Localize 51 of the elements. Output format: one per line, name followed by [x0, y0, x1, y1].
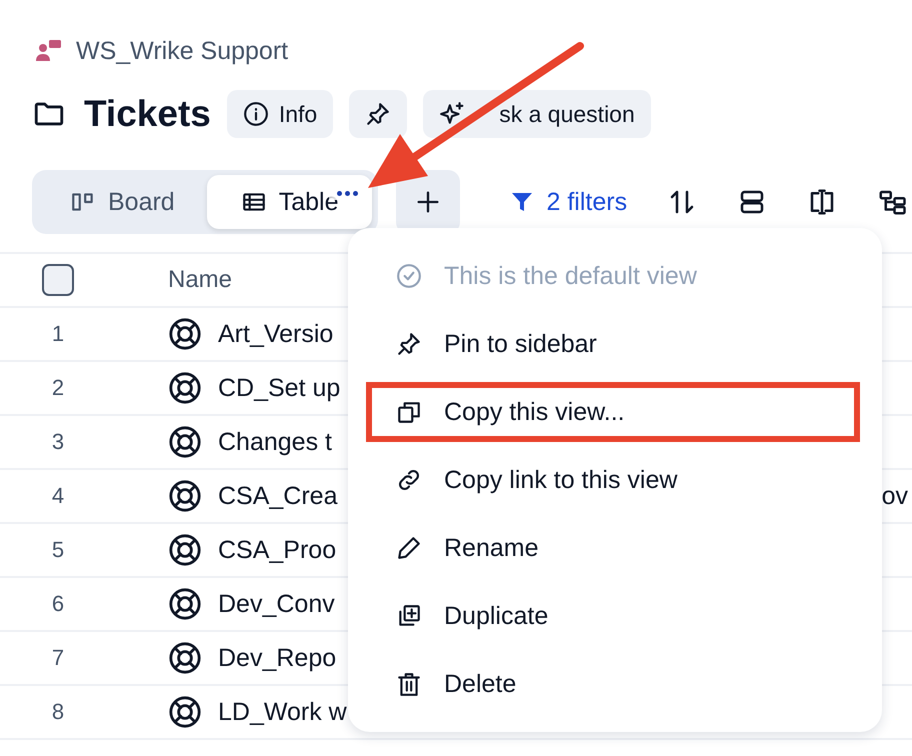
lifebuoy-icon: [168, 317, 202, 351]
menu-item[interactable]: Delete: [348, 650, 882, 718]
row-number: 2: [50, 375, 66, 401]
ticket-name[interactable]: CSA_Crea: [218, 482, 338, 510]
page-title: Tickets: [84, 93, 211, 135]
row-number: 7: [50, 645, 66, 671]
lifebuoy-icon: [168, 587, 202, 621]
ask-button[interactable]: sk a question: [423, 90, 651, 138]
info-icon: [242, 101, 269, 127]
ticket-name[interactable]: CSA_Proo: [218, 536, 336, 564]
row-number: 8: [50, 699, 66, 725]
lifebuoy-icon: [168, 425, 202, 459]
ticket-name[interactable]: Changes t: [218, 428, 332, 456]
select-all-checkbox[interactable]: [42, 264, 74, 296]
sparkle-icon: [439, 101, 466, 127]
pencil-icon: [396, 535, 422, 561]
ticket-name[interactable]: CD_Set up: [218, 374, 340, 402]
filter-icon: [510, 190, 534, 214]
column-header[interactable]: Name: [168, 266, 232, 294]
filters-button[interactable]: 2 filters: [510, 188, 628, 216]
pin-button[interactable]: [349, 90, 408, 138]
pin-icon: [365, 101, 392, 127]
menu-item[interactable]: Duplicate: [348, 582, 882, 650]
lifebuoy-icon: [168, 371, 202, 405]
pin-icon: [396, 331, 422, 357]
lifebuoy-icon: [168, 479, 202, 513]
row-number: 3: [50, 429, 66, 455]
workspace-icon: [36, 40, 62, 62]
row-number: 6: [50, 591, 66, 617]
row-number: 4: [50, 483, 66, 509]
link-icon: [396, 467, 422, 493]
view-tab[interactable]: Table: [206, 175, 372, 229]
menu-item[interactable]: Pin to sidebar: [348, 310, 882, 378]
lifebuoy-icon: [168, 533, 202, 567]
view-tab[interactable]: Board: [38, 175, 207, 229]
info-button[interactable]: Info: [226, 90, 334, 138]
menu-item[interactable]: Copy this view...: [348, 378, 882, 446]
table-cell: ov: [882, 482, 908, 510]
row-number: 1: [50, 321, 66, 347]
trash-icon: [396, 671, 422, 697]
check-circle-icon: [396, 263, 422, 289]
ticket-name[interactable]: Dev_Repo: [218, 644, 336, 672]
ticket-name[interactable]: LD_Work w: [218, 698, 347, 726]
row-number: 5: [50, 537, 66, 563]
ticket-name[interactable]: Art_Versio: [218, 320, 334, 348]
workspace-name[interactable]: WS_Wrike Support: [76, 36, 288, 66]
ticket-name[interactable]: Dev_Conv: [218, 590, 335, 618]
lifebuoy-icon: [168, 641, 202, 675]
menu-item[interactable]: Rename: [348, 514, 882, 582]
lifebuoy-icon: [168, 695, 202, 729]
menu-item[interactable]: Copy link to this view: [348, 446, 882, 514]
